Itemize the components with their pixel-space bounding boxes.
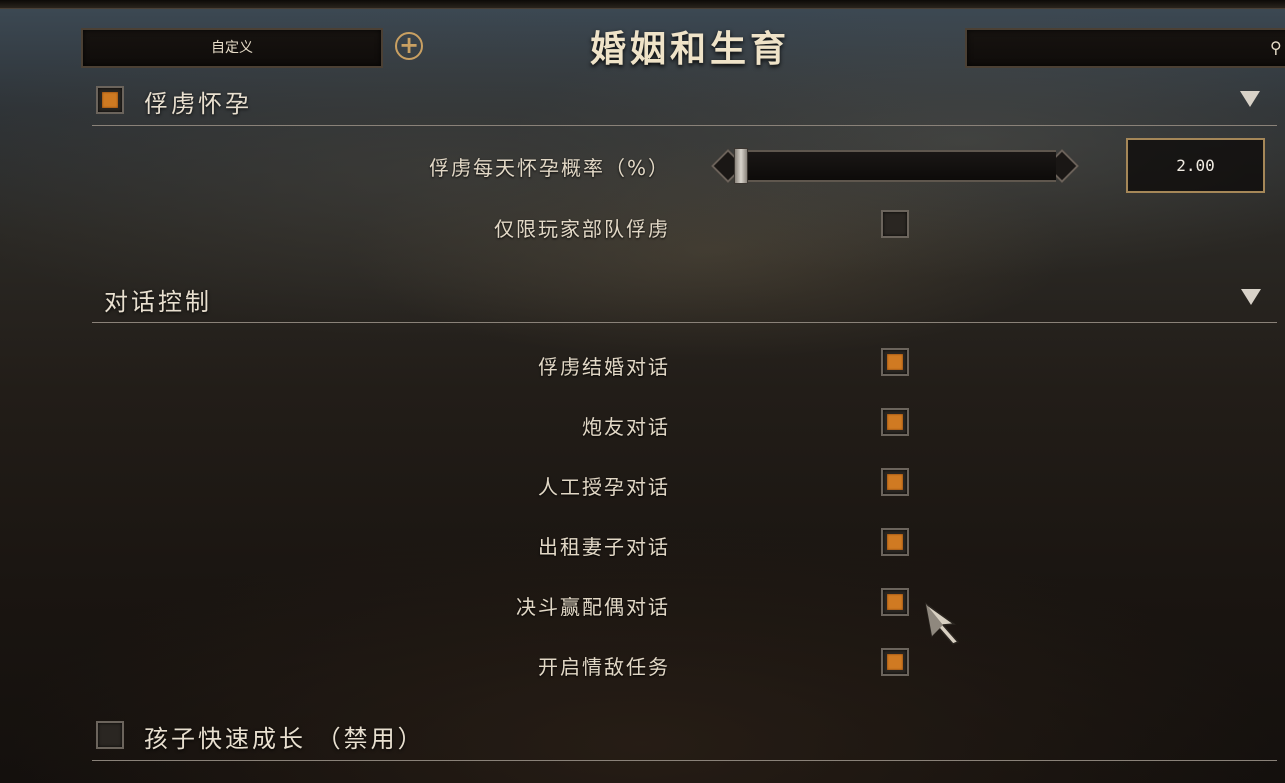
captive-marriage-checkbox[interactable] — [881, 348, 909, 376]
search-input[interactable] — [965, 28, 1285, 68]
add-preset-button[interactable]: + — [395, 32, 423, 60]
triangle-down-icon[interactable] — [1241, 289, 1261, 305]
option-label-companion-dialog: 炮友对话 — [582, 415, 670, 439]
arrow-cursor-icon — [924, 602, 960, 645]
section-divider — [92, 322, 1277, 323]
option-label-duel-spouse-dialog: 决斗赢配偶对话 — [516, 595, 670, 619]
option-label-player-party-only: 仅限玩家部队俘虏 — [494, 217, 670, 241]
duel-spouse-dialog-checkbox[interactable] — [881, 588, 909, 616]
companion-dialog-checkbox[interactable] — [881, 408, 909, 436]
section-divider — [92, 760, 1277, 761]
mod-options-screen: 自定义 + 婚姻和生育 ⚲ 俘虏怀孕 俘虏每天怀孕概率（%） 2.00 仅限玩家… — [0, 0, 1285, 783]
slider-handle[interactable] — [734, 148, 748, 184]
preset-dropdown[interactable]: 自定义 — [81, 28, 383, 68]
triangle-down-icon[interactable] — [1240, 91, 1260, 107]
option-label-insemination-dialog: 人工授孕对话 — [538, 475, 670, 499]
rival-quest-checkbox[interactable] — [881, 648, 909, 676]
section-divider — [92, 125, 1277, 126]
option-label-rent-wife-dialog: 出租妻子对话 — [538, 535, 670, 559]
section-title-fast-child-growth: 孩子快速成长 （禁用） — [144, 725, 425, 753]
section-toggle-captive-pregnancy[interactable] — [96, 86, 124, 114]
section-title-captive-pregnancy: 俘虏怀孕 — [144, 90, 252, 118]
rent-wife-dialog-checkbox[interactable] — [881, 528, 909, 556]
pregnancy-chance-value-field[interactable]: 2.00 — [1126, 138, 1265, 193]
plus-circle-icon: + — [398, 31, 420, 59]
slider-track[interactable] — [734, 150, 1056, 182]
pregnancy-chance-slider[interactable] — [710, 146, 1080, 186]
top-frame-edge — [0, 0, 1285, 9]
section-toggle-fast-child-growth[interactable] — [96, 721, 124, 749]
option-label-pregnancy-chance: 俘虏每天怀孕概率（%） — [428, 156, 670, 180]
search-icon: ⚲ — [1270, 38, 1282, 57]
section-title-dialog-control: 对话控制 — [104, 288, 212, 316]
insemination-dialog-checkbox[interactable] — [881, 468, 909, 496]
page-title: 婚姻和生育 — [589, 28, 790, 70]
player-party-only-checkbox[interactable] — [881, 210, 909, 238]
option-label-rival-quest: 开启情敌任务 — [538, 655, 670, 679]
option-label-captive-marriage: 俘虏结婚对话 — [538, 355, 670, 379]
